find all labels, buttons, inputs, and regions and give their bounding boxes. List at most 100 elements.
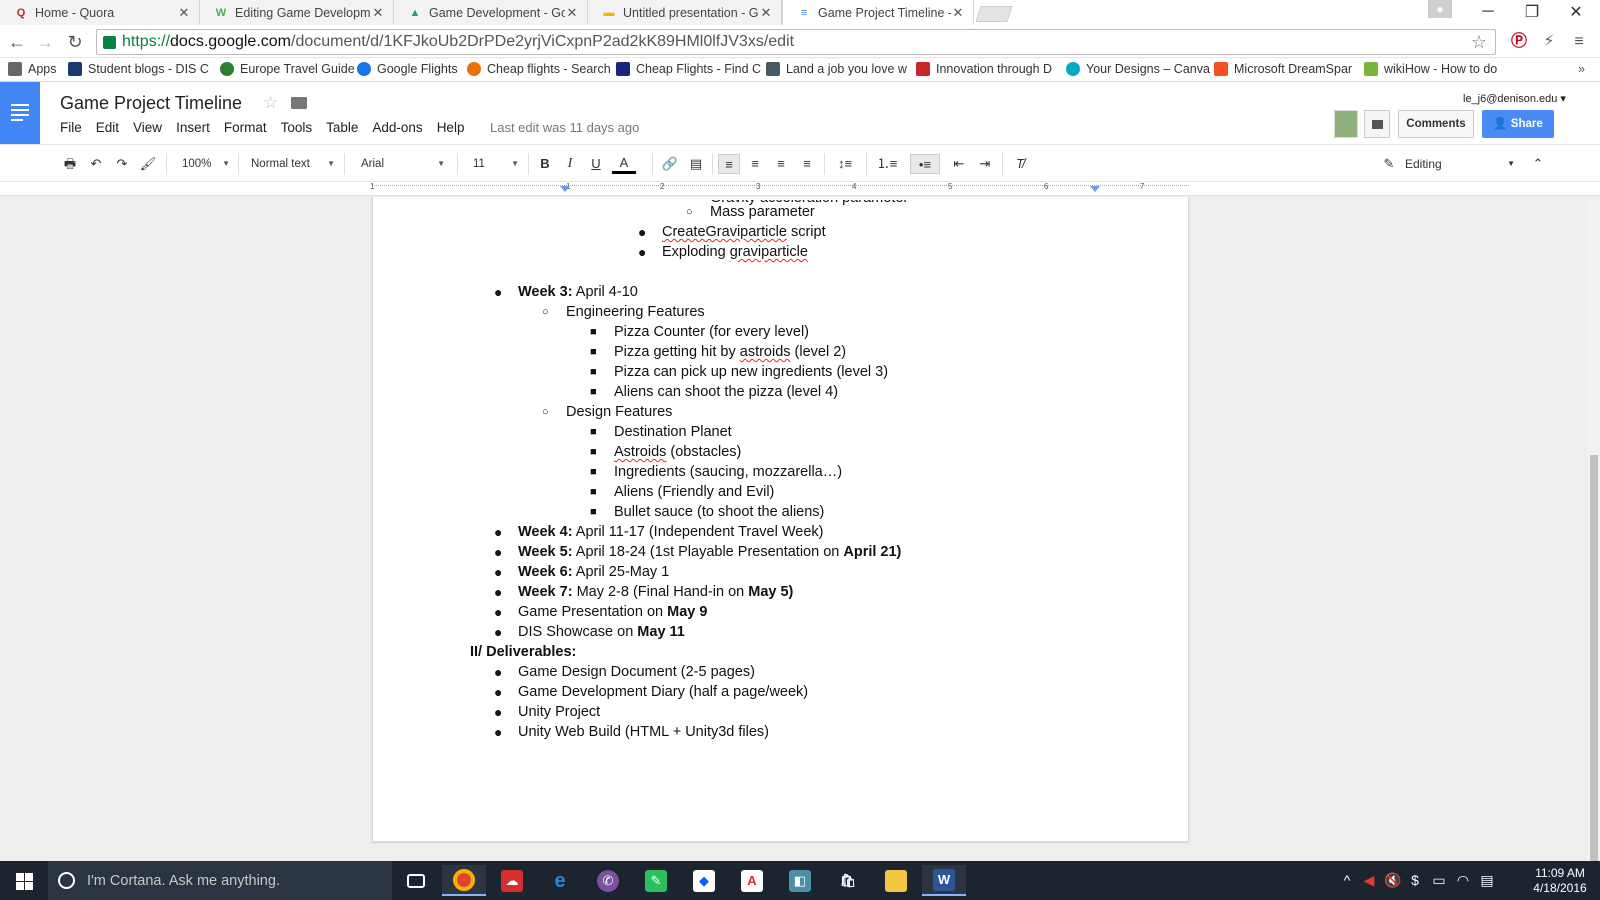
browser-tab-editing-game[interactable]: W Editing Game Developme ✕ bbox=[200, 0, 394, 25]
document-title[interactable]: Game Project Timeline bbox=[60, 93, 242, 114]
align-justify-icon[interactable]: ≡ bbox=[797, 154, 817, 174]
close-icon[interactable]: ✕ bbox=[371, 5, 385, 21]
document-page[interactable]: Gravity acceleration parameter ○ Mass pa… bbox=[372, 197, 1189, 842]
menu-view[interactable]: View bbox=[133, 120, 162, 135]
acrobat-icon[interactable]: A bbox=[730, 865, 774, 896]
unity-app-icon[interactable]: ◧ bbox=[778, 865, 822, 896]
close-icon[interactable]: ✕ bbox=[951, 5, 965, 21]
menu-tools[interactable]: Tools bbox=[281, 120, 313, 135]
windows-start-icon[interactable] bbox=[0, 861, 48, 900]
notification-alert-icon[interactable]: ◀ bbox=[1358, 861, 1380, 900]
bookmark-star-icon[interactable]: ☆ bbox=[1471, 32, 1487, 53]
bulleted-list-icon[interactable]: •≡ bbox=[910, 154, 940, 174]
list-item[interactable]: Pizza getting hit by astroids (level 2) bbox=[614, 342, 846, 362]
bookmark-dreamspark[interactable]: Microsoft DreamSpar bbox=[1214, 62, 1352, 76]
cortana-search-box[interactable]: I'm Cortana. Ask me anything. bbox=[48, 861, 392, 900]
list-item[interactable]: Design Features bbox=[566, 402, 672, 422]
comments-button[interactable]: Comments bbox=[1398, 110, 1474, 138]
list-item[interactable]: Mass parameter bbox=[710, 202, 815, 222]
menu-addons[interactable]: Add-ons bbox=[372, 120, 422, 135]
increase-indent-icon[interactable]: ⇥ bbox=[975, 154, 995, 174]
list-item[interactable]: Unity Project bbox=[518, 702, 600, 722]
menu-help[interactable]: Help bbox=[437, 120, 465, 135]
star-icon[interactable]: ☆ bbox=[263, 93, 278, 113]
list-item[interactable]: Destination Planet bbox=[614, 422, 732, 442]
chevron-up-icon[interactable]: ^ bbox=[1336, 861, 1358, 900]
menu-edit[interactable]: Edit bbox=[96, 120, 119, 135]
docs-logo-icon[interactable] bbox=[0, 82, 40, 144]
editing-mode-select[interactable]: Editing ▼ bbox=[1405, 154, 1515, 174]
minimize-icon[interactable]: ─ bbox=[1466, 0, 1510, 24]
align-left-icon[interactable]: ≡ bbox=[718, 154, 740, 174]
chat-icon[interactable] bbox=[1364, 110, 1390, 138]
reload-icon[interactable]: ↻ bbox=[64, 31, 86, 53]
left-indent-marker[interactable] bbox=[560, 186, 570, 192]
underline-icon[interactable]: U bbox=[587, 154, 605, 174]
back-arrow-icon[interactable]: ← bbox=[6, 31, 28, 53]
word-icon[interactable]: W bbox=[922, 865, 966, 896]
link-icon[interactable]: 🔗 bbox=[660, 154, 680, 174]
dollar-icon[interactable]: $ bbox=[1404, 861, 1426, 900]
folder-icon[interactable] bbox=[291, 97, 307, 109]
file-explorer-icon[interactable] bbox=[874, 865, 918, 896]
restore-icon[interactable]: ❐ bbox=[1510, 0, 1554, 24]
list-item[interactable]: Unity Web Build (HTML + Unity3d files) bbox=[518, 722, 769, 742]
viber-icon[interactable]: ✆ bbox=[586, 865, 630, 896]
line-spacing-icon[interactable]: ↕≡ bbox=[830, 154, 860, 174]
menu-insert[interactable]: Insert bbox=[176, 120, 210, 135]
paint-format-icon[interactable]: 🖌 bbox=[138, 154, 158, 174]
browser-tab-docs-active[interactable]: ≡ Game Project Timeline - G ✕ bbox=[782, 0, 974, 25]
list-item[interactable]: Week 5: April 18-24 (1st Playable Presen… bbox=[518, 542, 901, 562]
window-close-icon[interactable]: ✕ bbox=[1554, 0, 1598, 24]
volume-muted-icon[interactable]: 🔇 bbox=[1382, 861, 1404, 900]
menu-file[interactable]: File bbox=[60, 120, 82, 135]
list-item[interactable]: Pizza can pick up new ingredients (level… bbox=[614, 362, 888, 382]
forward-arrow-icon[interactable]: → bbox=[34, 31, 56, 53]
list-item[interactable]: Pizza Counter (for every level) bbox=[614, 322, 809, 342]
bookmark-apps[interactable]: Apps bbox=[8, 62, 57, 76]
browser-tab-quora[interactable]: Q Home - Quora ✕ bbox=[0, 0, 200, 25]
collapse-toolbar-icon[interactable]: ⌃ bbox=[1528, 154, 1548, 174]
zoom-select[interactable]: 100% ▼ bbox=[182, 154, 230, 174]
redo-icon[interactable]: ↷ bbox=[112, 154, 132, 174]
bookmark-cheap-flights-search[interactable]: Cheap flights - Search bbox=[467, 62, 611, 76]
new-tab-button[interactable] bbox=[975, 6, 1013, 22]
bookmark-innovation[interactable]: Innovation through D bbox=[916, 62, 1052, 76]
menu-format[interactable]: Format bbox=[224, 120, 267, 135]
list-item[interactable]: Week 4: April 11-17 (Independent Travel … bbox=[518, 522, 824, 542]
list-item[interactable]: Game Design Document (2-5 pages) bbox=[518, 662, 755, 682]
list-item[interactable]: Engineering Features bbox=[566, 302, 705, 322]
menu-icon[interactable]: ≡ bbox=[1568, 31, 1590, 53]
extension-icon[interactable]: ⚡ bbox=[1538, 31, 1560, 53]
clear-formatting-icon[interactable]: T̸ bbox=[1010, 154, 1030, 174]
bold-icon[interactable]: B bbox=[536, 154, 554, 174]
store-icon[interactable]: 🛍 bbox=[826, 865, 870, 896]
list-item[interactable]: DIS Showcase on May 11 bbox=[518, 622, 685, 642]
edge-icon[interactable]: e bbox=[538, 865, 582, 896]
battery-icon[interactable]: ▭ bbox=[1428, 861, 1450, 900]
bookmark-cheap-flights-find[interactable]: Cheap Flights - Find C bbox=[616, 62, 761, 76]
font-family-select[interactable]: Arial ▼ bbox=[361, 154, 445, 174]
numbered-list-icon[interactable]: ⒈≡ bbox=[872, 154, 902, 174]
list-item[interactable]: Astroids (obstacles) bbox=[614, 442, 741, 462]
wifi-icon[interactable]: ◠ bbox=[1452, 861, 1474, 900]
align-center-icon[interactable]: ≡ bbox=[745, 154, 765, 174]
list-item[interactable]: Game Presentation on May 9 bbox=[518, 602, 707, 622]
paragraph-style-select[interactable]: Normal text ▼ bbox=[251, 154, 335, 174]
list-item[interactable]: Exploding graviparticle bbox=[662, 242, 808, 262]
align-right-icon[interactable]: ≡ bbox=[771, 154, 791, 174]
undo-icon[interactable]: ↶ bbox=[86, 154, 106, 174]
address-bar[interactable]: https://docs.google.com/document/d/1KFJk… bbox=[96, 29, 1496, 55]
list-item[interactable]: Week 6: April 25-May 1 bbox=[518, 562, 669, 582]
dropbox-icon[interactable]: ◆ bbox=[682, 865, 726, 896]
list-item[interactable]: Week 3: April 4-10 bbox=[518, 282, 638, 302]
close-icon[interactable]: ✕ bbox=[177, 5, 191, 21]
menu-table[interactable]: Table bbox=[326, 120, 358, 135]
profile-icon[interactable]: ● bbox=[1428, 0, 1452, 18]
task-view-icon[interactable] bbox=[394, 865, 438, 896]
list-item[interactable]: CreateGraviparticle script bbox=[662, 222, 826, 242]
list-item[interactable]: Aliens (Friendly and Evil) bbox=[614, 482, 774, 502]
vertical-scrollbar[interactable] bbox=[1587, 197, 1600, 861]
list-item[interactable]: Ingredients (saucing, mozzarella…) bbox=[614, 462, 842, 482]
bookmark-google-flights[interactable]: Google Flights bbox=[357, 62, 458, 76]
